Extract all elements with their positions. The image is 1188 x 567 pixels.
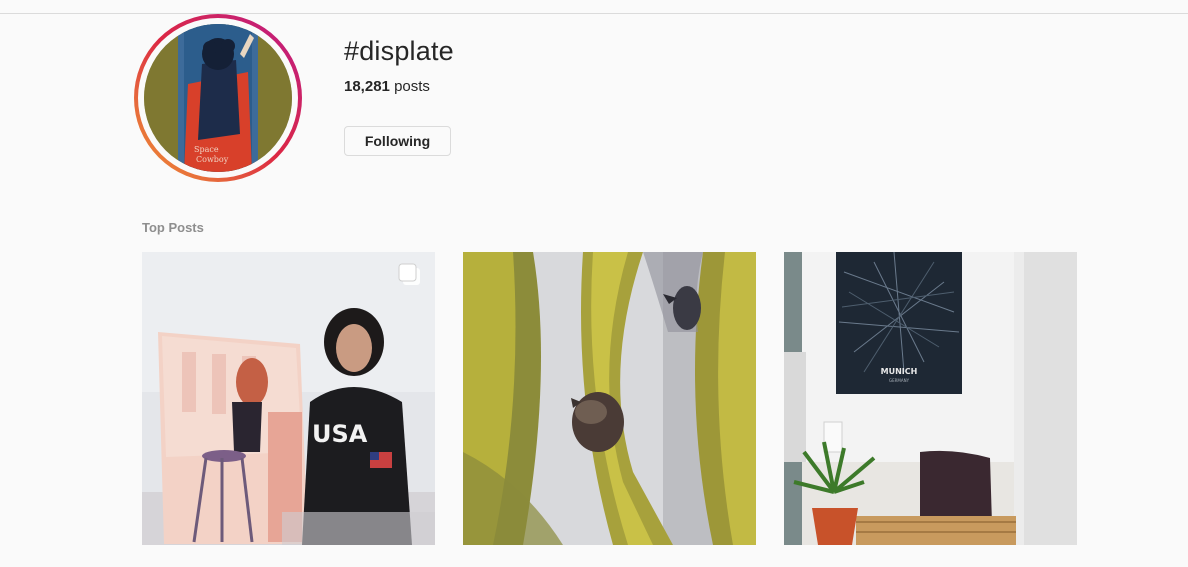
top-post-3[interactable]: MUNICH GERMANY [784, 252, 1077, 545]
top-post-1[interactable]: USA [142, 252, 435, 545]
top-posts-heading: Top Posts [142, 220, 204, 235]
svg-text:Space: Space [194, 145, 219, 154]
posts-count-number: 18,281 [344, 78, 390, 95]
multiple-images-icon [397, 262, 423, 288]
poster-subtitle: GERMANY [889, 378, 910, 383]
hashtag-title: #displate [344, 36, 454, 66]
following-button[interactable]: Following [344, 126, 451, 156]
top-post-2[interactable] [463, 252, 756, 545]
posts-label: posts [394, 78, 430, 95]
svg-text:Cowboy: Cowboy [196, 155, 229, 164]
svg-text:USA: USA [312, 420, 368, 448]
poster-title: MUNICH [881, 367, 918, 376]
posts-count: 18,281 posts [344, 78, 430, 95]
hashtag-avatar[interactable]: Space Cowboy [134, 14, 302, 182]
avatar-image: Space Cowboy [144, 24, 292, 172]
top-divider [0, 13, 1188, 14]
